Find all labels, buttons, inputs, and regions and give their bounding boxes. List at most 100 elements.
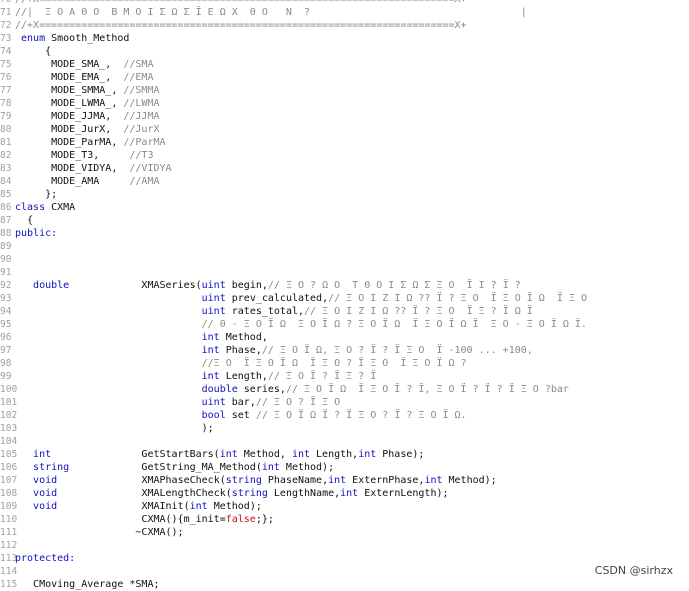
code-line[interactable]: 83 MODE_VIDYA, //VIDYA [0, 162, 689, 175]
code-text: MODE_JurX, //JurX [15, 124, 160, 135]
code-line[interactable]: 97 int Phase,// Ξ Ο Ϊ Ω, Ξ Ο ? Ϊ ? Ϊ Ξ Ο… [0, 344, 689, 357]
code-text: void XMAInit(int Method); [15, 501, 262, 512]
code-line[interactable]: 76 MODE_EMA_, //EMA [0, 71, 689, 84]
code-text: MODE_SMMA_, //SMMA [15, 85, 160, 96]
code-token: Smooth_Method [51, 33, 130, 44]
code-line[interactable]: 77 MODE_SMMA_, //SMMA [0, 84, 689, 97]
code-line[interactable]: 75 MODE_SMA_, //SMA [0, 58, 689, 71]
code-line[interactable]: 103 ); [0, 422, 689, 435]
line-number: 81 [0, 137, 12, 148]
code-line[interactable]: 98 //Ξ Ο Ϊ Ξ Ο Ϊ Ω Ϊ Ξ Ο ? Ϊ Ξ Ο Ϊ Ξ Ο Ϊ… [0, 357, 689, 370]
code-line[interactable]: 114 [0, 565, 689, 578]
code-text: double XMASeries(uint begin,// Ξ Ο ? Ω Ο… [15, 280, 521, 291]
code-line[interactable]: 78 MODE_LWMA_, //LWMA [0, 97, 689, 110]
comment-token: // 0 - Ξ Ο Ϊ Ω Ξ Ο Ϊ Ω ? Ξ Ο Ϊ Ω Ϊ Ξ Ο Ϊ… [201, 319, 587, 330]
code-line[interactable]: 80 MODE_JurX, //JurX [0, 123, 689, 136]
code-line[interactable]: 94 uint rates_total,// Ξ Ο Ι Ζ Ι Ω ?? Ϊ … [0, 305, 689, 318]
code-line[interactable]: 109 void XMAInit(int Method); [0, 500, 689, 513]
comment-token: //AMA [129, 176, 160, 187]
code-token: MODE_EMA_, [15, 72, 124, 83]
code-line[interactable]: 89 [0, 240, 689, 253]
code-token: MODE_SMMA_, [15, 85, 124, 96]
code-text: //+X====================================… [15, 0, 467, 5]
code-line[interactable]: 106 string GetString_MA_Method(int Metho… [0, 461, 689, 474]
code-token: MODE_JJMA, [15, 111, 124, 122]
comment-token: // Ξ Ο Ι Ζ Ι Ω ?? Ϊ ? Ξ Ο Ϊ Ξ Ο Ϊ Ω Ϊ Ξ … [328, 293, 587, 304]
code-token: prev_calculated, [225, 293, 329, 304]
code-line[interactable]: 88 public: [0, 227, 689, 240]
code-line[interactable]: 87 { [0, 214, 689, 227]
code-line[interactable]: 101 uint bar,// Ξ Ο ? Ϊ Ξ Ο [0, 396, 689, 409]
line-number: 101 [0, 397, 18, 408]
code-line[interactable]: 102 bool set // Ξ Ο Ϊ Ω Ϊ ? Ϊ Ξ Ο ? Ϊ ? … [0, 409, 689, 422]
line-number: 108 [0, 488, 18, 499]
code-line[interactable]: 105 int GetStartBars(int Method, int Len… [0, 448, 689, 461]
code-token: MODE_JurX, [15, 124, 124, 135]
code-text: protected: [15, 553, 75, 564]
keyword-token: uint [201, 293, 226, 304]
code-line[interactable]: 107 void XMAPhaseCheck(string PhaseName,… [0, 474, 689, 487]
keyword-token: void [15, 488, 58, 499]
keyword-token: protected: [15, 553, 76, 564]
code-text: int GetStartBars(int Method, int Length,… [15, 449, 424, 460]
code-line[interactable]: 111 ~CXMA(); [0, 526, 689, 539]
comment-token: // Ξ Ο Ϊ ? Ϊ Ξ ? Ϊ [267, 371, 377, 382]
code-token: CXMA(){m_init= [15, 514, 226, 525]
keyword-token: enum [15, 33, 52, 44]
code-token: Method, [219, 332, 268, 343]
keyword-token: int [219, 449, 238, 460]
code-line[interactable]: 112 [0, 539, 689, 552]
code-token: Phase); [376, 449, 425, 460]
code-line[interactable]: 84 MODE_AMA //AMA [0, 175, 689, 188]
code-line[interactable]: 99 int Length,// Ξ Ο Ϊ ? Ϊ Ξ ? Ϊ [0, 370, 689, 383]
line-number: 96 [0, 332, 12, 343]
code-token: Method); [442, 475, 497, 486]
code-line[interactable]: 82 MODE_T3, //T3 [0, 149, 689, 162]
code-editor[interactable]: 70//+X==================================… [0, 0, 689, 591]
code-line[interactable]: 113protected: [0, 552, 689, 565]
code-line[interactable]: 96 int Method, [0, 331, 689, 344]
code-line[interactable]: 73 enum Smooth_Method [0, 32, 689, 45]
code-line[interactable]: 108 void XMALengthCheck(string LengthNam… [0, 487, 689, 500]
code-line[interactable]: 104 [0, 435, 689, 448]
code-line[interactable]: 74 { [0, 45, 689, 58]
code-text: enum Smooth_Method [15, 33, 129, 44]
code-line[interactable]: 95 // 0 - Ξ Ο Ϊ Ω Ξ Ο Ϊ Ω ? Ξ Ο Ϊ Ω Ϊ Ξ … [0, 318, 689, 331]
literal-token: false [225, 514, 256, 525]
code-token: ); [15, 423, 214, 434]
line-number: 109 [0, 501, 18, 512]
code-text: MODE_EMA_, //EMA [15, 72, 153, 83]
keyword-token: string [225, 475, 262, 486]
code-line[interactable]: 85 }; [0, 188, 689, 201]
keyword-token: string [231, 488, 268, 499]
code-line[interactable]: 90 [0, 253, 689, 266]
code-line[interactable]: 100 double series,// Ξ Ο Ϊ Ω Ϊ Ξ Ο Ϊ ? Ϊ… [0, 383, 689, 396]
code-text: MODE_T3, //T3 [15, 150, 153, 161]
code-line[interactable]: 72//+X==================================… [0, 19, 689, 32]
code-line[interactable]: 71//| Ξ Ο Α Θ Ο Β Μ Ο Ι Σ Ω Σ Ϊ Ε Ω Χ Θ … [0, 6, 689, 19]
line-number: 98 [0, 358, 12, 369]
code-token: bar, [225, 397, 256, 408]
keyword-token: uint [201, 306, 226, 317]
keyword-token: void [15, 475, 58, 486]
code-text: int Length,// Ξ Ο Ϊ ? Ϊ Ξ ? Ϊ [15, 371, 377, 382]
code-token: series, [237, 384, 286, 395]
code-line[interactable]: 110 CXMA(){m_init=false;}; [0, 513, 689, 526]
line-number: 90 [0, 254, 12, 265]
code-line[interactable]: 91 [0, 266, 689, 279]
comment-token: //JurX [123, 124, 160, 135]
code-line[interactable]: 86 class CXMA [0, 201, 689, 214]
code-line[interactable]: 81 MODE_ParMA, //ParMA [0, 136, 689, 149]
comment-token: //VIDYA [129, 163, 172, 174]
code-text: class CXMA [15, 202, 75, 213]
line-number: 111 [0, 527, 18, 538]
code-line[interactable]: 92 double XMASeries(uint begin,// Ξ Ο ? … [0, 279, 689, 292]
code-line[interactable]: 79 MODE_JJMA, //JJMA [0, 110, 689, 123]
code-token: rates_total, [225, 306, 305, 317]
code-line[interactable]: 93 uint prev_calculated,// Ξ Ο Ι Ζ Ι Ω ?… [0, 292, 689, 305]
line-number: 72 [0, 20, 12, 31]
code-token: Method); [207, 501, 262, 512]
code-text: //Ξ Ο Ϊ Ξ Ο Ϊ Ω Ϊ Ξ Ο ? Ϊ Ξ Ο Ϊ Ξ Ο Ϊ Ω … [15, 358, 467, 369]
comment-token: //SMMA [123, 85, 160, 96]
